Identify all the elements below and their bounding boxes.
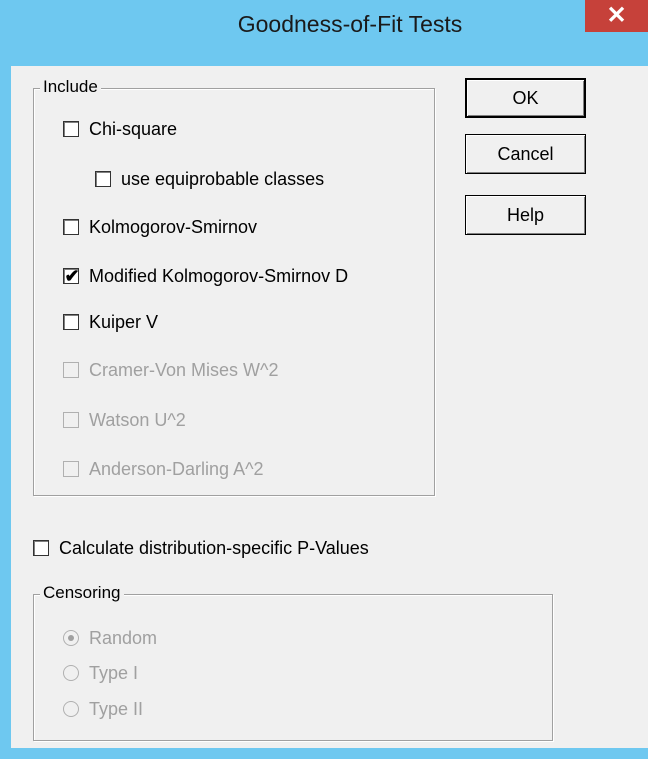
- kolmogorov-smirnov-option[interactable]: Kolmogorov-Smirnov: [63, 216, 257, 238]
- cramer-von-mises-checkbox: [63, 362, 79, 378]
- close-button[interactable]: ✕: [585, 0, 648, 32]
- pvalues-label: Calculate distribution-specific P-Values: [59, 537, 369, 558]
- watson-u2-label: Watson U^2: [89, 409, 186, 430]
- censoring-type-ii-option: Type II: [63, 698, 143, 720]
- dialog-body: Include Chi-square use equiprobable clas…: [11, 66, 648, 748]
- anderson-darling-label: Anderson-Darling A^2: [89, 458, 264, 479]
- type-i-radio: [63, 665, 79, 681]
- title-bar[interactable]: Goodness-of-Fit Tests ✕: [0, 0, 648, 66]
- censoring-group-label: Censoring: [40, 583, 124, 603]
- equiprobable-classes-label: use equiprobable classes: [121, 168, 325, 189]
- chi-square-option[interactable]: Chi-square: [63, 118, 177, 140]
- cramer-von-mises-option: Cramer-Von Mises W^2: [63, 359, 278, 381]
- pvalues-option[interactable]: Calculate distribution-specific P-Values: [33, 537, 369, 559]
- watson-u2-checkbox: [63, 412, 79, 428]
- equiprobable-classes-option[interactable]: use equiprobable classes: [95, 168, 324, 190]
- ok-button[interactable]: OK: [465, 78, 586, 118]
- chi-square-checkbox[interactable]: [63, 121, 79, 137]
- close-icon: ✕: [606, 2, 627, 29]
- censoring-random-option: Random: [63, 627, 157, 649]
- random-radio: [63, 630, 79, 646]
- kolmogorov-smirnov-checkbox[interactable]: [63, 219, 79, 235]
- include-groupbox: Include: [33, 77, 435, 496]
- type-ii-label: Type II: [89, 698, 144, 719]
- kuiper-v-label: Kuiper V: [89, 311, 159, 332]
- censoring-type-i-option: Type I: [63, 662, 138, 684]
- chi-square-label: Chi-square: [89, 118, 178, 139]
- random-label: Random: [89, 627, 158, 648]
- cancel-button[interactable]: Cancel: [465, 134, 586, 174]
- cramer-von-mises-label: Cramer-Von Mises W^2: [89, 359, 279, 380]
- modified-ks-label: Modified Kolmogorov-Smirnov D: [89, 265, 349, 286]
- kuiper-v-checkbox[interactable]: [63, 314, 79, 330]
- watson-u2-option: Watson U^2: [63, 409, 186, 431]
- kolmogorov-smirnov-label: Kolmogorov-Smirnov: [89, 216, 258, 237]
- type-i-label: Type I: [89, 662, 139, 683]
- kuiper-v-option[interactable]: Kuiper V: [63, 311, 158, 333]
- dialog-title: Goodness-of-Fit Tests: [237, 11, 463, 37]
- checkmark-icon: ✔: [64, 266, 80, 286]
- type-ii-radio: [63, 701, 79, 717]
- anderson-darling-checkbox: [63, 461, 79, 477]
- dialog-window: Goodness-of-Fit Tests ✕ Include Chi-squa…: [0, 0, 648, 759]
- modified-ks-option[interactable]: ✔ Modified Kolmogorov-Smirnov D: [63, 265, 348, 287]
- include-group-label: Include: [40, 77, 101, 97]
- help-button[interactable]: Help: [465, 195, 586, 235]
- pvalues-checkbox[interactable]: [33, 540, 49, 556]
- modified-ks-checkbox[interactable]: ✔: [63, 266, 80, 286]
- anderson-darling-option: Anderson-Darling A^2: [63, 458, 264, 480]
- equiprobable-classes-checkbox[interactable]: [95, 171, 111, 187]
